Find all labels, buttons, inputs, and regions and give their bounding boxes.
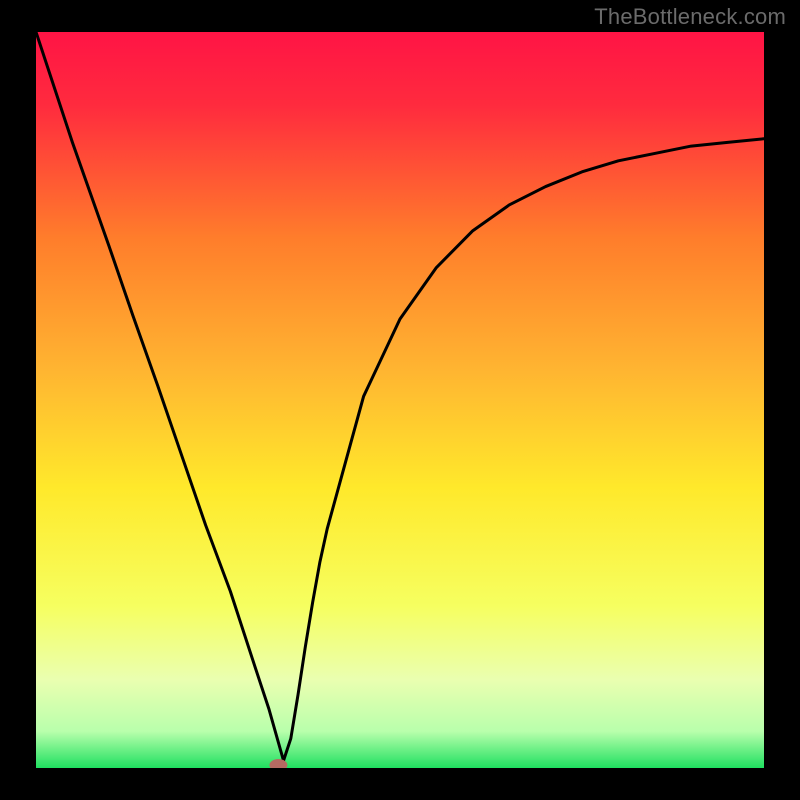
chart-plot-area <box>36 32 764 768</box>
watermark-text: TheBottleneck.com <box>594 4 786 30</box>
chart-svg <box>36 32 764 768</box>
chart-background-gradient <box>36 32 764 768</box>
